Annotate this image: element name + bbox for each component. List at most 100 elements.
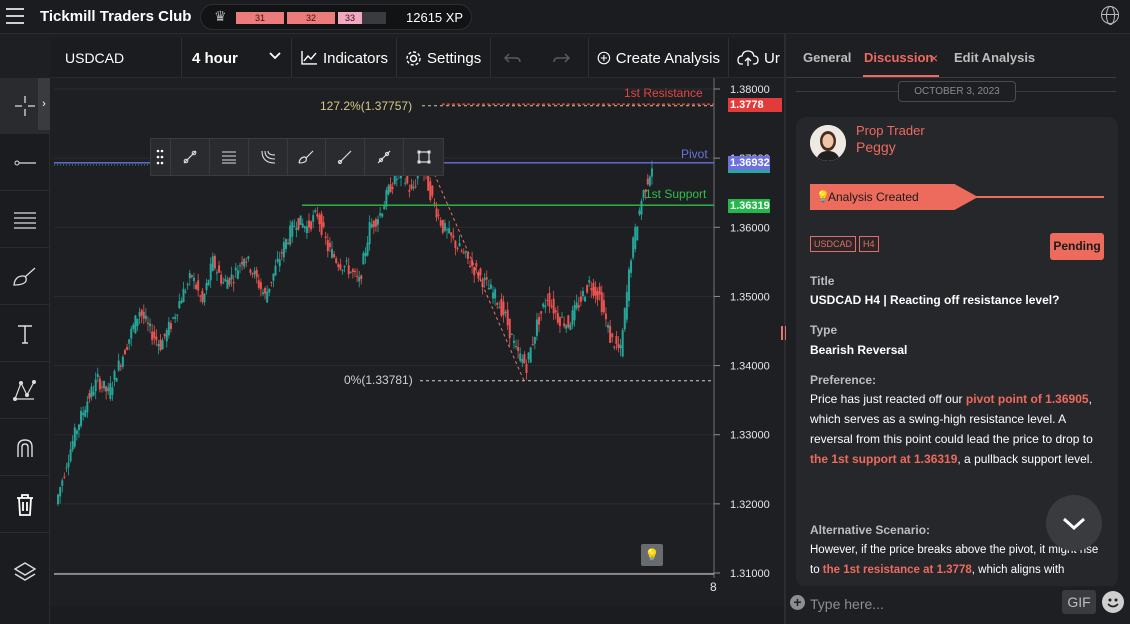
tool-text[interactable] bbox=[0, 306, 50, 362]
candle-body bbox=[389, 184, 392, 193]
tab-edit-analysis[interactable]: Edit Analysis bbox=[954, 50, 1035, 65]
candle-body bbox=[257, 280, 260, 288]
undo-button[interactable] bbox=[491, 38, 539, 77]
candle-body bbox=[274, 265, 277, 276]
crosshair-icon bbox=[15, 95, 35, 116]
redo-button[interactable] bbox=[539, 38, 589, 77]
xp-progress[interactable]: ♛ 31 32 33 12615 XP bbox=[200, 4, 472, 30]
user-name[interactable]: Peggy bbox=[856, 139, 896, 155]
level-segment-empty bbox=[362, 12, 386, 24]
candle-body bbox=[349, 271, 352, 273]
candle-body bbox=[611, 333, 614, 338]
candle-body bbox=[100, 386, 103, 388]
candle-body bbox=[586, 285, 589, 293]
candle-body bbox=[280, 252, 283, 254]
globe-icon[interactable] bbox=[1101, 6, 1119, 25]
candle-body bbox=[408, 189, 411, 192]
tool-fib-retracement[interactable] bbox=[0, 192, 50, 248]
expand-tool-arrow[interactable]: › bbox=[38, 78, 50, 130]
tab-general[interactable]: General bbox=[803, 50, 851, 65]
indicators-button[interactable]: Indicators bbox=[292, 38, 397, 77]
timeframe-dropdown[interactable]: 4 hour bbox=[182, 38, 292, 77]
candle-body bbox=[561, 316, 564, 318]
gif-button[interactable]: GIF bbox=[1062, 590, 1096, 614]
status-badge[interactable]: Pending bbox=[1050, 233, 1104, 260]
candle-body bbox=[249, 269, 252, 273]
brush-tool-icon[interactable] bbox=[288, 139, 327, 175]
tool-layers[interactable] bbox=[0, 544, 50, 600]
rectangle-icon[interactable] bbox=[404, 139, 443, 175]
candle-body bbox=[80, 410, 83, 427]
candle-body bbox=[75, 430, 78, 434]
trend-line-icon[interactable] bbox=[171, 139, 210, 175]
candle-body bbox=[458, 243, 461, 247]
candle-body bbox=[460, 250, 463, 252]
tab-discussion[interactable]: Discussion bbox=[864, 50, 933, 65]
y-tick-label: 1.31000 bbox=[730, 568, 770, 580]
candle-body bbox=[245, 261, 248, 263]
hamburger-menu-icon[interactable] bbox=[6, 8, 24, 24]
candle-body bbox=[96, 373, 99, 378]
candle-body bbox=[623, 308, 626, 330]
candle-body bbox=[282, 242, 285, 258]
candle-body bbox=[546, 299, 549, 301]
horizontal-line-icon bbox=[14, 160, 36, 165]
candle-body bbox=[584, 296, 587, 302]
settings-button[interactable]: Settings bbox=[397, 38, 491, 77]
candle-body bbox=[73, 427, 76, 447]
app-title: Tickmill Traders Club bbox=[40, 8, 192, 25]
candle-body bbox=[247, 256, 250, 259]
candle-body bbox=[592, 282, 595, 296]
candle-body bbox=[146, 322, 149, 324]
parallel-channel-icon[interactable] bbox=[210, 139, 249, 175]
candle-body bbox=[318, 215, 321, 225]
badge-icon: ♛ bbox=[214, 8, 227, 24]
candle-body bbox=[594, 286, 597, 296]
candle-body bbox=[443, 223, 446, 231]
tool-pattern[interactable] bbox=[0, 363, 50, 419]
candle-body bbox=[347, 265, 350, 275]
tool-magnet[interactable] bbox=[0, 420, 50, 476]
candle-body bbox=[291, 221, 294, 237]
user-role[interactable]: Prop Trader bbox=[856, 123, 925, 138]
avatar[interactable] bbox=[810, 125, 846, 161]
candle-body bbox=[519, 353, 522, 361]
candle-body bbox=[126, 347, 129, 350]
candle-body bbox=[67, 462, 70, 468]
add-attachment-icon[interactable]: + bbox=[790, 595, 805, 610]
candle-body bbox=[356, 275, 359, 277]
candle-body bbox=[345, 260, 348, 262]
symbol-selector[interactable]: USDCAD bbox=[50, 38, 182, 77]
drag-grip-icon[interactable] bbox=[151, 139, 171, 175]
tool-horizontal-line[interactable] bbox=[0, 135, 50, 191]
candle-body bbox=[138, 312, 141, 317]
candle-body bbox=[266, 291, 269, 303]
candle-body bbox=[182, 288, 185, 303]
scroll-down-button[interactable] bbox=[1046, 495, 1102, 551]
magnet-icon bbox=[17, 438, 33, 457]
candle-body bbox=[598, 286, 601, 295]
candle-body bbox=[184, 291, 187, 293]
candle-body bbox=[234, 267, 237, 271]
measure-icon[interactable] bbox=[365, 139, 405, 175]
candle-body bbox=[510, 334, 513, 336]
upload-button[interactable]: Ur bbox=[729, 38, 784, 77]
close-tab-icon[interactable]: × bbox=[930, 50, 938, 66]
level-segment: 31 bbox=[236, 12, 284, 24]
ray-icon[interactable] bbox=[326, 139, 366, 175]
message-input[interactable] bbox=[810, 592, 1050, 616]
create-analysis-button[interactable]: Create Analysis bbox=[589, 38, 729, 77]
candle-body bbox=[301, 223, 304, 228]
tool-delete[interactable] bbox=[0, 477, 50, 533]
candle-body bbox=[115, 378, 118, 382]
candle-body bbox=[374, 219, 377, 227]
emoji-icon[interactable] bbox=[1102, 591, 1124, 613]
candle-body bbox=[161, 340, 164, 350]
fib-icon[interactable] bbox=[249, 139, 288, 175]
candle-body bbox=[330, 249, 333, 258]
pattern-icon bbox=[13, 379, 36, 401]
candle-body bbox=[554, 310, 557, 313]
bulb-icon[interactable]: 💡 bbox=[641, 544, 663, 566]
candle-body bbox=[548, 292, 551, 307]
tool-brush[interactable] bbox=[0, 249, 50, 305]
